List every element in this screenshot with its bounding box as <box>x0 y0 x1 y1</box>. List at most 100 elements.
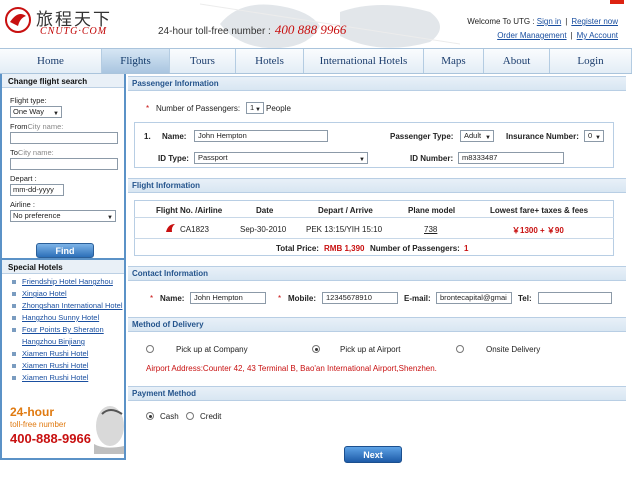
page-header: 旅程天下 CNUTG·COM 24-hour toll-free number … <box>0 0 632 48</box>
delivery-airport-radio[interactable] <box>312 345 320 353</box>
register-link[interactable]: Register now <box>571 17 618 26</box>
tel-input[interactable] <box>538 292 612 304</box>
num-passengers-label: Number of Passengers: <box>156 104 241 113</box>
separator: | <box>565 17 568 26</box>
find-button[interactable]: Find <box>36 243 94 258</box>
num-passengers-summary-value: 1 <box>464 244 469 253</box>
sign-in-link[interactable]: Sign in <box>537 17 561 26</box>
special-hotels-panel: Special Hotels Friendship Hotel Hangzhou… <box>2 260 124 416</box>
hotel-list-item: Hangzhou Sunny Hotel <box>8 312 124 324</box>
hotel-list-item: Zhongshan International Hotel <box>8 300 124 312</box>
hotel-list-item: Xiamen Rushi Hotel <box>8 372 124 384</box>
special-hotels-title: Special Hotels <box>2 260 124 274</box>
contact-name-input[interactable]: John Hempton <box>190 292 266 304</box>
nav-tab-login[interactable]: Login <box>550 49 632 73</box>
main-nav: Home Flights Tours Hotels International Hote… <box>0 48 632 74</box>
tollfree-number: 400 888 9966 <box>274 22 347 37</box>
chevron-down-icon: ▼ <box>485 135 491 141</box>
nav-tab-tours[interactable]: Tours <box>170 49 236 73</box>
insurance-number-select[interactable]: 0 ▼ <box>584 130 604 142</box>
sidebar: Change flight search Flight type: One Wa… <box>0 74 126 460</box>
tel-label: Tel: <box>518 294 532 303</box>
hotel-link[interactable]: Friendship Hotel Hangzhou <box>22 277 113 286</box>
col-flight-no: Flight No. /Airline <box>156 206 223 215</box>
payment-credit-radio[interactable] <box>186 412 194 420</box>
required-marker: * <box>146 104 150 113</box>
language-flag-icon[interactable] <box>610 0 624 4</box>
chevron-down-icon: ▼ <box>359 157 365 163</box>
bullet-icon <box>12 316 16 320</box>
nav-tab-hotels[interactable]: Hotels <box>236 49 304 73</box>
delivery-airport-label: Pick up at Airport <box>340 345 401 354</box>
from-label-text: From <box>10 122 28 131</box>
delivery-company-radio[interactable] <box>146 345 154 353</box>
depart-label: Depart : <box>10 174 37 183</box>
mobile-label: Mobile: <box>288 294 316 303</box>
welcome-text: Welcome To UTG : <box>467 17 535 26</box>
hotel-link[interactable]: Four Points By Sheraton Hangzhou Binjian… <box>22 325 104 346</box>
change-flight-search-title: Change flight search <box>2 74 124 88</box>
delivery-onsite-radio[interactable] <box>456 345 464 353</box>
payment-credit-label: Credit <box>200 412 222 421</box>
from-label: FromCity name: <box>10 122 116 131</box>
payment-cash-radio[interactable] <box>146 412 154 420</box>
bullet-icon <box>12 352 16 356</box>
bullet-icon <box>12 280 16 284</box>
num-passengers-summary-label: Number of Passengers: <box>370 244 460 253</box>
from-city-input[interactable] <box>10 132 118 144</box>
logo-mark-icon <box>5 7 31 33</box>
col-plane-model: Plane model <box>408 206 456 215</box>
hotel-list-item: Friendship Hotel Hangzhou <box>8 276 124 288</box>
flight-type-select[interactable]: One Way ▼ <box>10 106 62 118</box>
call-agent-photo-icon <box>94 406 124 454</box>
hotel-link[interactable]: Xiamen Rushi Hotel <box>22 373 88 382</box>
passenger-name-input[interactable]: John Hempton <box>194 130 328 142</box>
tollfree-banner: 24-hour toll-free number :400 888 9966 <box>158 22 346 38</box>
nav-tab-international-hotels[interactable]: International Hotels <box>304 49 424 73</box>
passenger-info-header: Passenger Information <box>128 76 626 91</box>
nav-tab-flights[interactable]: Flights <box>102 49 170 73</box>
my-account-link[interactable]: My Account <box>577 31 618 40</box>
nav-tab-home[interactable]: Home <box>0 49 102 73</box>
plane-model-link[interactable]: 738 <box>424 225 437 234</box>
account-links: Welcome To UTG : Sign in | Register now Or… <box>467 15 618 43</box>
divider <box>134 217 614 218</box>
flight-number: CA1823 <box>180 225 209 234</box>
email-input[interactable]: brontecapital@gmai <box>436 292 512 304</box>
airline-value: No preference <box>13 211 61 220</box>
to-label: ToCity name: <box>10 148 116 157</box>
hotel-list-item: Xiamen Rushi Hotel <box>8 360 124 372</box>
depart-date-input[interactable]: mm-dd-yyyy <box>10 184 64 196</box>
logo-english-text: CNUTG·COM <box>40 26 108 37</box>
site-logo[interactable]: 旅程天下 CNUTG·COM <box>4 4 124 40</box>
insurance-number-label: Insurance Number: <box>506 132 579 141</box>
nav-tab-about[interactable]: About <box>484 49 550 73</box>
num-passengers-select[interactable]: 1 ▼ <box>246 102 264 114</box>
flight-info-header: Flight Information <box>128 178 626 193</box>
hotel-link[interactable]: Xingiao Hotel <box>22 289 67 298</box>
next-button[interactable]: Next <box>344 446 402 463</box>
id-type-select[interactable]: Passport ▼ <box>194 152 368 164</box>
hotel-link[interactable]: Xiamen Rushi Hotel <box>22 349 88 358</box>
nav-tab-maps[interactable]: Maps <box>424 49 484 73</box>
bullet-icon <box>12 292 16 296</box>
flight-date: Sep-30-2010 <box>240 225 287 234</box>
hotel-link[interactable]: Zhongshan International Hotel <box>22 301 123 310</box>
airline-logo-icon <box>166 224 175 232</box>
separator: | <box>570 31 573 40</box>
airline-select[interactable]: No preference ▼ <box>10 210 116 222</box>
hotel-link[interactable]: Hangzhou Sunny Hotel <box>22 313 99 322</box>
contact-name-label: Name: <box>160 294 185 303</box>
bullet-icon <box>12 364 16 368</box>
payment-cash-label: Cash <box>160 412 179 421</box>
order-management-link[interactable]: Order Management <box>497 31 566 40</box>
hotel-link[interactable]: Xiamen Rushi Hotel <box>22 361 88 370</box>
col-lowest-fare: Lowest fare+ taxes & fees <box>490 206 589 215</box>
col-depart-arrive: Depart / Arrive <box>318 206 373 215</box>
mobile-input[interactable]: 12345678910 <box>322 292 398 304</box>
passenger-type-select[interactable]: Adult ▼ <box>460 130 494 142</box>
to-placeholder: City name: <box>17 148 54 157</box>
flight-times: PEK 13:15/YIH 15:10 <box>306 225 383 234</box>
id-number-input[interactable]: m8333487 <box>458 152 564 164</box>
to-city-input[interactable] <box>10 158 118 170</box>
